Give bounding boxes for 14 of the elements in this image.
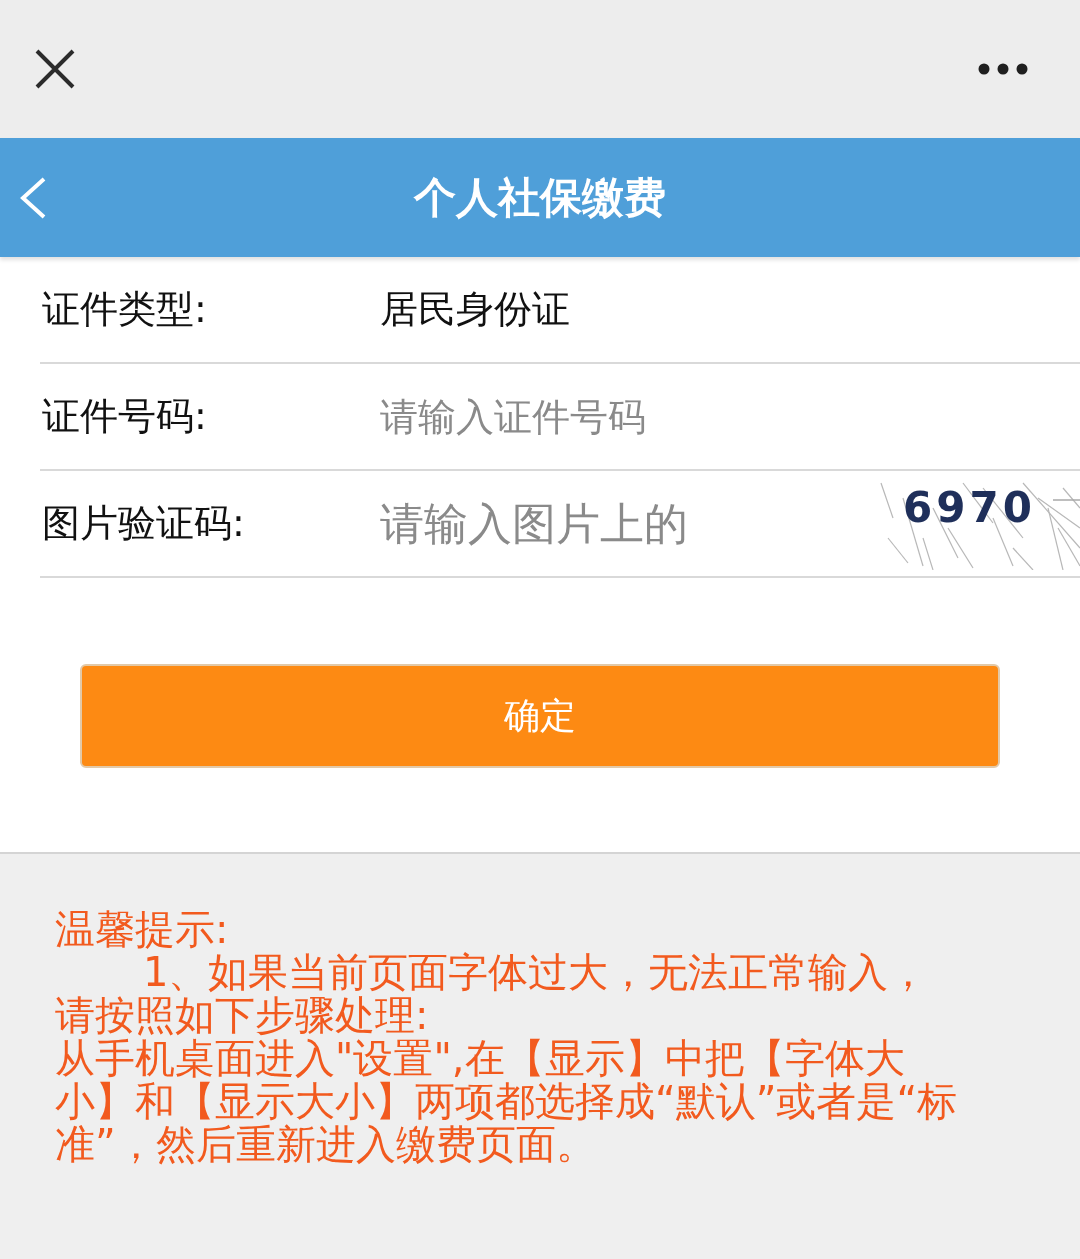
field-label: 证件号码: [41, 393, 208, 440]
input-field[interactable]: 请输入证件号码 [380, 388, 860, 445]
captcha-code: 6970 [903, 485, 1036, 530]
field-label: 图片验证码: [41, 500, 246, 547]
tip-title: 温馨提示: [55, 908, 230, 951]
input-field[interactable]: 请输入图片上的 [380, 492, 710, 555]
tip-paragraph: 从手机桌面进入"设置",在【显示】中把【字体大 小】和【显示大小】两项都选择成“默认”或者是“标 准”，然后重新进入缴费页面。 [55, 1037, 959, 1166]
tip-paragraph: 1、如果当前页面字体过大，无法正常输入， 请按照如下步骤处理: [55, 951, 930, 1037]
field-label: 证件类型: [41, 286, 208, 333]
back-icon[interactable] [19, 176, 47, 219]
page-title: 个人社保缴费 [412, 172, 667, 223]
more-icon[interactable] [978, 63, 1028, 75]
close-icon[interactable] [35, 49, 75, 89]
id-type-value[interactable]: 居民身份证 [380, 284, 570, 335]
